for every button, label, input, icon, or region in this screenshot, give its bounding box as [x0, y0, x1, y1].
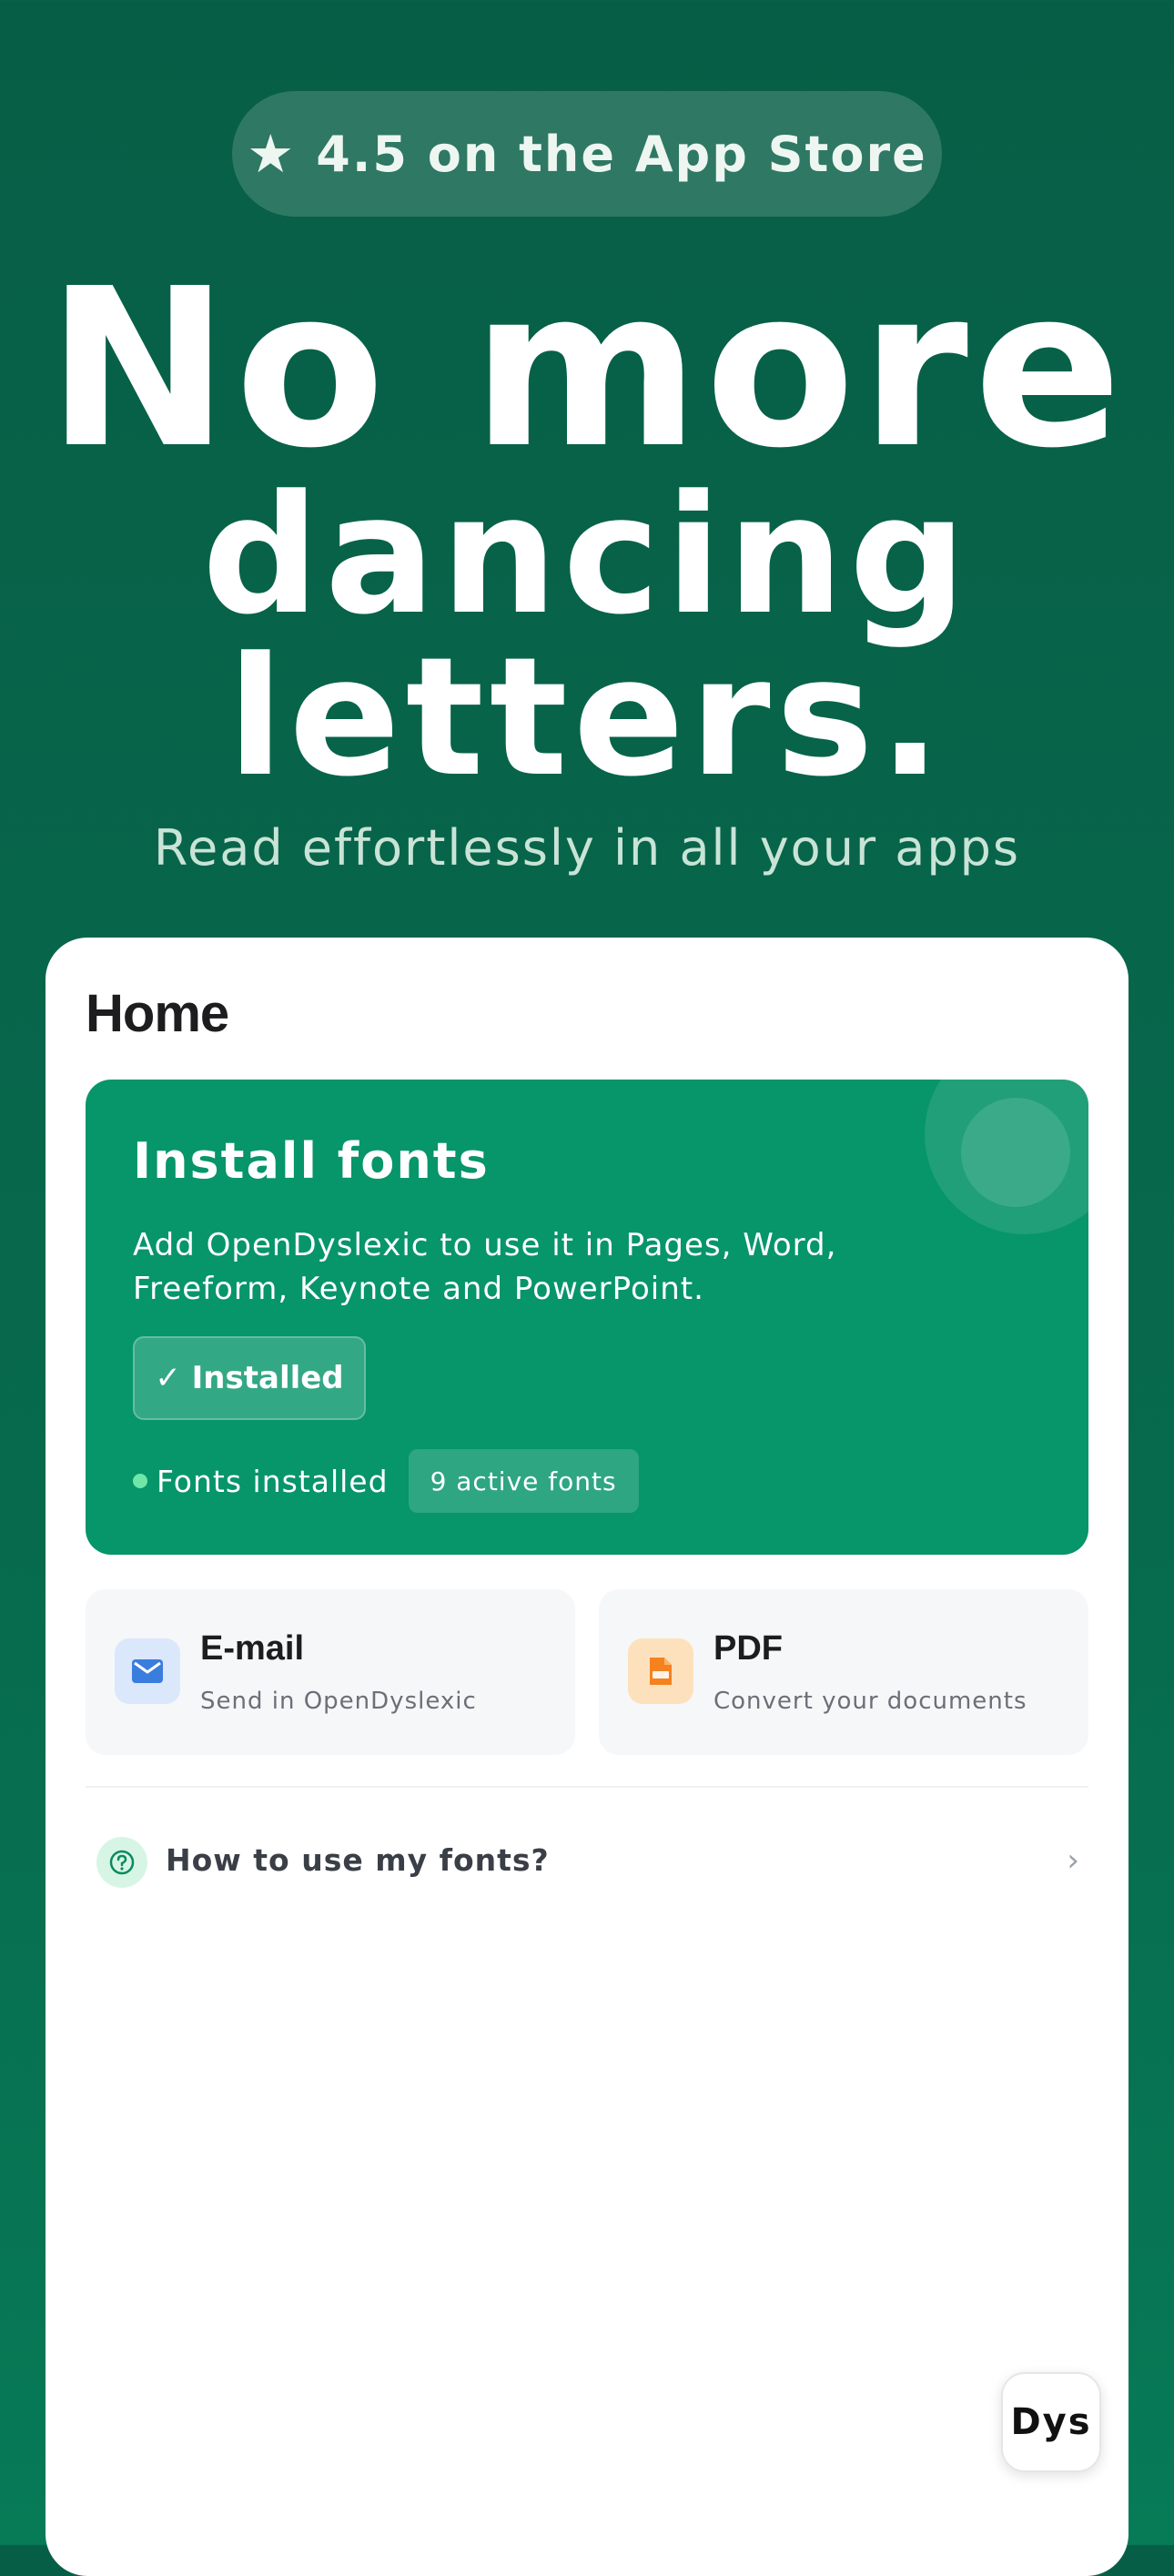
- decorative-circle: [961, 1098, 1070, 1207]
- rating-text: 4.5 on the App Store: [316, 125, 927, 183]
- app-preview-card: Home Install fonts Add OpenDyslexic to u…: [46, 938, 1128, 2576]
- install-fonts-title: Install fonts: [133, 1132, 490, 1190]
- email-tile-title: E-mail: [200, 1629, 305, 1668]
- page-title: Home: [86, 984, 229, 1043]
- installed-button[interactable]: ✓ Installed: [133, 1336, 366, 1420]
- hero-headline: No more dancing letters.: [0, 259, 1174, 800]
- mail-icon: [115, 1638, 180, 1704]
- pdf-tile[interactable]: PDF Convert your documents: [599, 1589, 1088, 1755]
- active-fonts-badge: 9 active fonts: [408, 1449, 639, 1513]
- chevron-right-icon: ›: [1067, 1842, 1079, 1879]
- how-to-use-fonts-row[interactable]: How to use my fonts? ›: [86, 1815, 1088, 1910]
- how-to-use-fonts-label: How to use my fonts?: [166, 1842, 550, 1878]
- fonts-status-row: Fonts installed 9 active fonts: [133, 1449, 639, 1513]
- pdf-icon: [628, 1638, 693, 1704]
- install-fonts-card: Install fonts Add OpenDyslexic to use it…: [86, 1080, 1088, 1555]
- headline-line-2: dancing: [202, 461, 972, 651]
- fonts-installed-status: Fonts installed: [157, 1463, 389, 1499]
- app-store-rating-badge: ★ 4.5 on the App Store: [232, 91, 942, 217]
- email-tile-subtitle: Send in OpenDyslexic: [200, 1688, 477, 1715]
- star-icon: ★: [247, 123, 297, 185]
- divider: [86, 1786, 1088, 1788]
- help-question-icon: [96, 1837, 147, 1888]
- install-fonts-description: Add OpenDyslexic to use it in Pages, Wor…: [133, 1227, 837, 1307]
- status-dot-icon: [133, 1474, 147, 1488]
- email-tile[interactable]: E-mail Send in OpenDyslexic: [86, 1589, 575, 1755]
- hero-subtitle: Read effortlessly in all your apps: [153, 819, 1021, 877]
- pdf-tile-title: PDF: [714, 1629, 783, 1668]
- headline-line-1: No more: [46, 241, 1128, 496]
- dys-floating-button[interactable]: Dys: [1001, 2372, 1101, 2472]
- headline-line-3: letters.: [227, 623, 947, 813]
- pdf-tile-subtitle: Convert your documents: [714, 1688, 1027, 1715]
